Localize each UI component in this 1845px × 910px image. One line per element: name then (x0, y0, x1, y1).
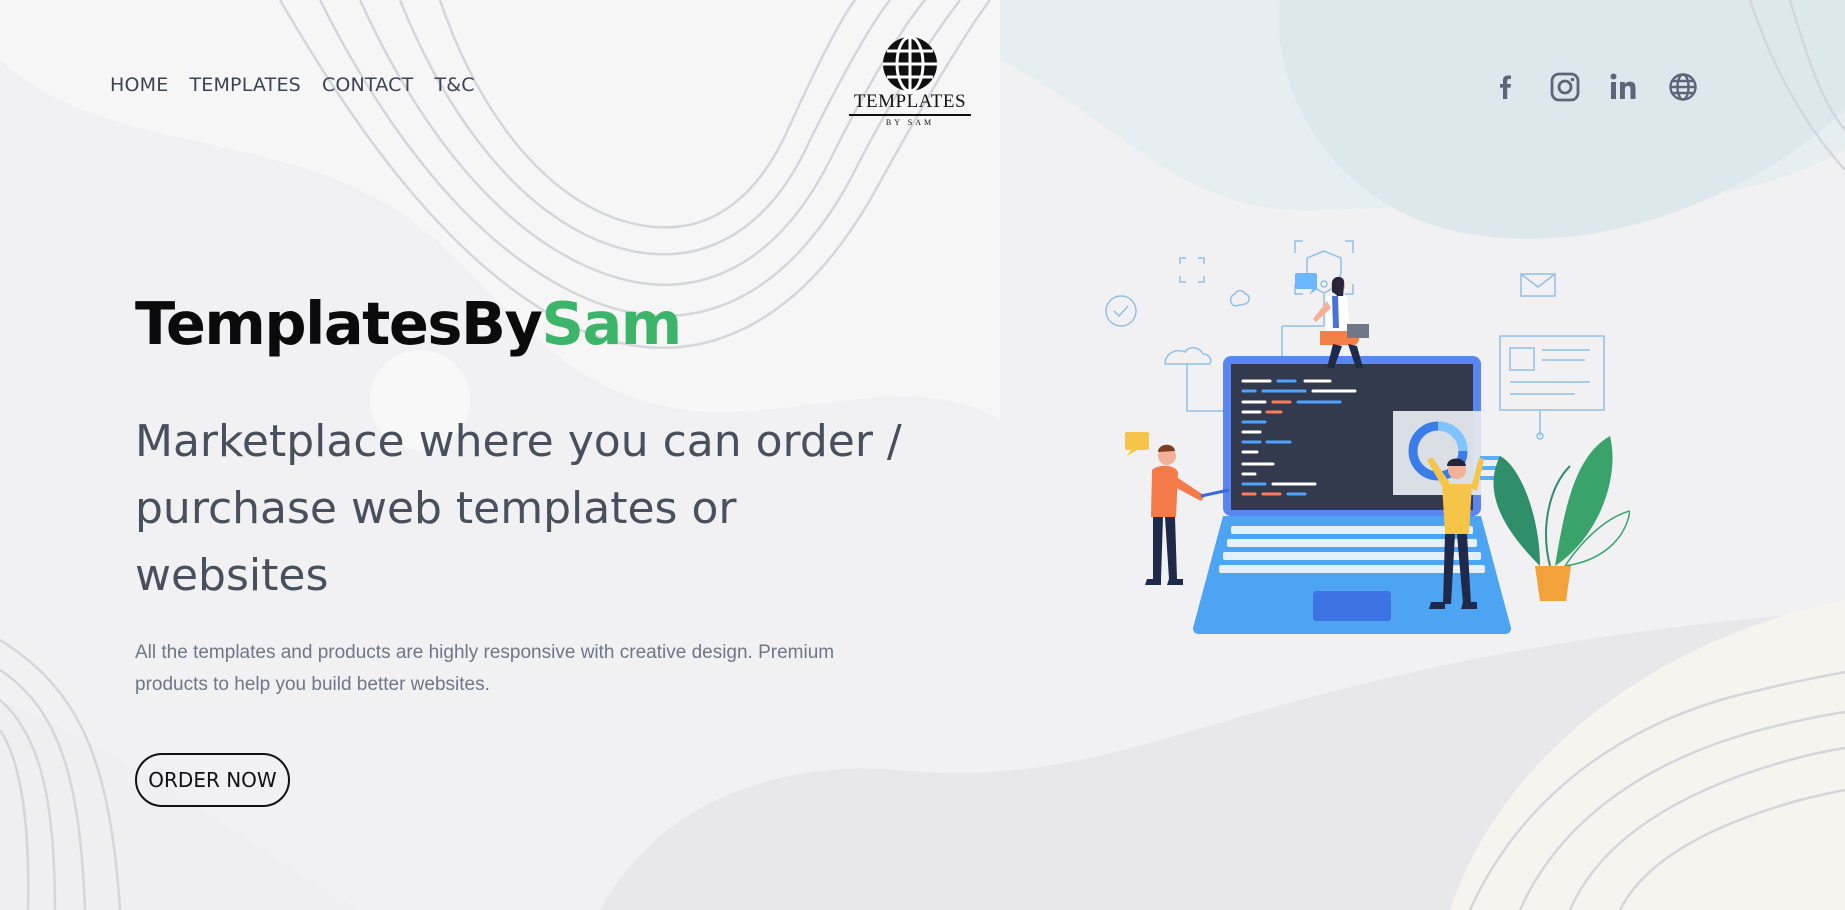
nav-templates-link[interactable]: TEMPLATES (189, 74, 300, 96)
instagram-icon[interactable] (1549, 71, 1581, 103)
nav-tc-link[interactable]: T&C (434, 74, 474, 96)
hero-description: All the templates and products are highl… (135, 642, 835, 695)
potted-plant-graphic (1493, 436, 1630, 601)
hero-section: TemplatesBySam Marketplace where you can… (135, 288, 925, 701)
nav-home-link[interactable]: HOME (110, 74, 168, 96)
hero-brand-title: TemplatesBySam (135, 288, 925, 360)
person-woman-figure (1295, 273, 1369, 368)
globe-icon (883, 36, 937, 92)
hero-illustration (1105, 240, 1630, 634)
facebook-icon[interactable] (1490, 71, 1522, 103)
brand-title-part1: TemplatesBy (135, 289, 543, 358)
logo-title: TEMPLATES (853, 91, 967, 112)
linkedin-icon[interactable] (1608, 71, 1640, 103)
hero-headline: Marketplace where you can order / purcha… (135, 416, 902, 601)
brand-title-part2: Sam (541, 289, 682, 358)
globe-icon[interactable] (1667, 71, 1699, 103)
logo-divider (849, 114, 971, 116)
social-links (1490, 71, 1699, 103)
brand-logo[interactable]: TEMPLATES BY SAM (847, 36, 973, 127)
logo-subtitle: BY SAM (885, 117, 935, 127)
nav-contact-link[interactable]: CONTACT (322, 74, 414, 96)
top-nav: HOME TEMPLATES CONTACT T&C (110, 74, 475, 96)
order-now-button[interactable]: ORDER NOW (135, 753, 290, 807)
